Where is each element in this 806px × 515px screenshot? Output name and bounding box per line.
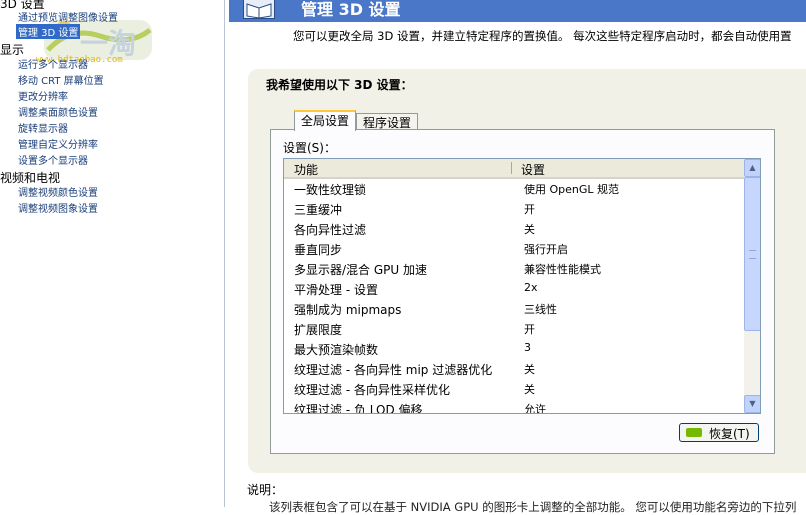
- feature-cell: 三重缓冲: [294, 203, 343, 217]
- value-cell[interactable]: 3: [524, 341, 531, 354]
- scrollbar-thumb[interactable]: [744, 177, 760, 331]
- table-row[interactable]: 扩展限度 开: [284, 319, 744, 339]
- feature-cell: 纹理过滤 - 各向异性 mip 过滤器优化: [294, 363, 493, 377]
- restore-button-label: 恢复(T): [709, 427, 750, 441]
- value-cell[interactable]: 允许: [524, 401, 546, 413]
- page-title: 管理 3D 设置: [301, 0, 401, 19]
- vertical-scrollbar[interactable]: ▲ ▼: [744, 159, 760, 413]
- grip-icon: [749, 250, 756, 259]
- feature-cell: 纹理过滤 - 各向异性采样优化: [294, 383, 450, 397]
- feature-cell: 一致性纹理锁: [294, 183, 367, 197]
- value-cell[interactable]: 强行开启: [524, 241, 568, 257]
- feature-cell: 强制成为 mipmaps: [294, 303, 402, 317]
- settings-panel: 我希望使用以下 3D 设置： 全局设置 程序设置 设置(S)： 功能 设置 一致…: [248, 69, 806, 473]
- restore-button[interactable]: 恢复(T): [679, 423, 759, 442]
- table-row[interactable]: 最大预渲染帧数 3: [284, 339, 744, 359]
- table-row[interactable]: 强制成为 mipmaps 三线性: [284, 299, 744, 319]
- value-cell[interactable]: 兼容性性能模式: [524, 261, 601, 277]
- value-cell[interactable]: 开: [524, 201, 535, 217]
- tab-page: 设置(S)： 功能 设置 一致性纹理锁 使用 OpenGL 规范 三重缓冲开 各向…: [270, 129, 775, 454]
- feature-cell: 纹理过滤 - 负 LOD 偏移: [294, 403, 423, 414]
- value-cell[interactable]: 关: [524, 361, 535, 377]
- nav-item-custom-resolution[interactable]: 管理自定义分辨率: [18, 136, 98, 151]
- panel-title: 我希望使用以下 3D 设置：: [266, 78, 413, 92]
- table-row[interactable]: 平滑处理 - 设置 2x: [284, 279, 744, 299]
- nav-item-change-resolution[interactable]: 更改分辨率: [18, 88, 68, 103]
- feature-cell: 垂直同步: [294, 243, 343, 257]
- nav-item-multi-display[interactable]: 运行多个显示器: [18, 56, 88, 71]
- table-row[interactable]: 垂直同步 强行开启: [284, 239, 744, 259]
- table-row[interactable]: 多显示器/混合 GPU 加速 兼容性性能模式: [284, 259, 744, 279]
- nav-item-rotate-display[interactable]: 旋转显示器: [18, 120, 68, 135]
- nav-item-video-color[interactable]: 调整视频颜色设置: [18, 184, 98, 199]
- value-cell[interactable]: 开: [524, 321, 535, 337]
- table-row[interactable]: 一致性纹理锁 使用 OpenGL 规范: [284, 179, 744, 199]
- description-text: 该列表框包含了可以在基于 NVIDIA GPU 的图形卡上调整的全部功能。 您可…: [269, 500, 797, 514]
- list-header: 功能 设置: [284, 159, 744, 179]
- table-row[interactable]: 纹理过滤 - 负 LOD 偏移 允许: [284, 399, 744, 414]
- book-icon: [243, 0, 275, 19]
- column-divider[interactable]: [511, 162, 512, 174]
- nav-item-video-image[interactable]: 调整视频图象设置: [18, 200, 98, 215]
- tab-global-settings[interactable]: 全局设置: [294, 110, 357, 131]
- table-row[interactable]: 纹理过滤 - 各向异性 mip 过滤器优化 关: [284, 359, 744, 379]
- settings-list[interactable]: 功能 设置 一致性纹理锁 使用 OpenGL 规范 三重缓冲开 各向异性过滤关 垂…: [283, 158, 761, 414]
- main-content: 管理 3D 设置 您可以更改全局 3D 设置，并建立特定程序的置换值。 每次这些…: [225, 0, 806, 514]
- value-cell[interactable]: 关: [524, 381, 535, 397]
- table-row[interactable]: 各向异性过滤 关: [284, 219, 744, 239]
- nav-item-preview-image-settings[interactable]: 通过预览调整图像设置: [18, 9, 118, 24]
- feature-cell: 扩展限度: [294, 323, 343, 337]
- navigation-sidebar: 一淘 www.hdtaobao.com 3D 设置 通过预览调整图像设置 管理 …: [0, 0, 225, 507]
- feature-cell: 各向异性过滤: [294, 223, 367, 237]
- value-cell[interactable]: 关: [524, 221, 535, 237]
- nvidia-icon: [686, 428, 702, 437]
- table-row[interactable]: 三重缓冲 开: [284, 199, 744, 219]
- value-cell[interactable]: 2x: [524, 281, 538, 294]
- column-header-feature[interactable]: 功能: [294, 161, 318, 178]
- scroll-up-arrow-icon[interactable]: ▲: [744, 159, 760, 177]
- feature-cell: 最大预渲染帧数: [294, 343, 379, 357]
- feature-cell: 平滑处理 - 设置: [294, 283, 378, 297]
- value-cell[interactable]: 三线性: [524, 301, 557, 317]
- nav-item-manage-3d-settings[interactable]: 管理 3D 设置: [16, 24, 81, 39]
- feature-cell: 多显示器/混合 GPU 加速: [294, 263, 427, 277]
- intro-text: 您可以更改全局 3D 设置，并建立特定程序的置换值。 每次这些特定程序启动时，都…: [293, 29, 792, 43]
- nav-item-desktop-color[interactable]: 调整桌面颜色设置: [18, 104, 98, 119]
- nav-item-crt-position[interactable]: 移动 CRT 屏幕位置: [18, 72, 104, 87]
- description-label: 说明：: [247, 483, 284, 497]
- scroll-down-arrow-icon[interactable]: ▼: [744, 395, 760, 413]
- nav-item-setup-multi-display[interactable]: 设置多个显示器: [18, 152, 88, 167]
- table-row[interactable]: 纹理过滤 - 各向异性采样优化 关: [284, 379, 744, 399]
- value-cell[interactable]: 使用 OpenGL 规范: [524, 181, 619, 197]
- settings-label: 设置(S)：: [283, 141, 336, 155]
- page-banner: 管理 3D 设置: [229, 0, 806, 22]
- column-header-setting[interactable]: 设置: [521, 161, 545, 178]
